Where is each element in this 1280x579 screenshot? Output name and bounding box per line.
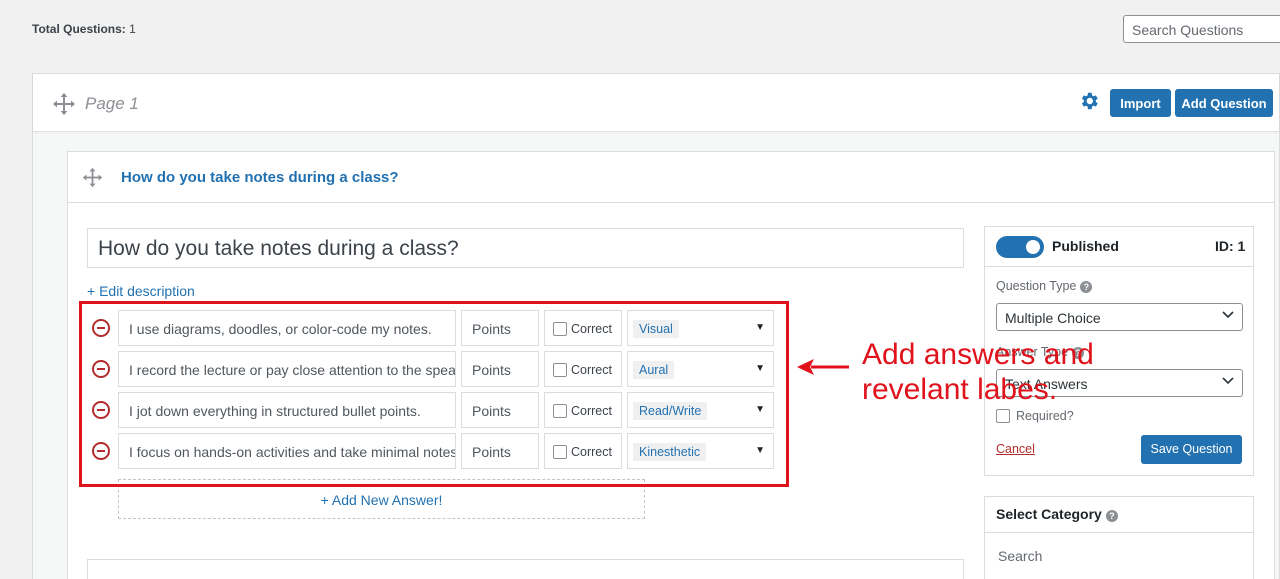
question-type-label: Question Type? <box>996 279 1093 293</box>
import-button[interactable]: Import <box>1110 89 1171 117</box>
edit-description-link[interactable]: + Edit description <box>87 283 195 299</box>
search-questions-input[interactable]: Search Questions <box>1123 15 1280 43</box>
question-title-input[interactable]: How do you take notes during a class? <box>87 228 964 268</box>
answer-info-panel <box>87 559 964 579</box>
chevron-down-icon <box>1222 311 1234 319</box>
save-question-button[interactable]: Save Question <box>1141 435 1242 464</box>
total-questions: Total Questions: 1 <box>32 22 136 36</box>
chevron-down-icon <box>1222 377 1234 385</box>
annotation-arrow-icon <box>797 359 849 375</box>
add-question-button[interactable]: Add Question <box>1175 89 1273 117</box>
total-questions-label: Total Questions: <box>32 22 126 36</box>
question-id: ID: 1 <box>1215 238 1246 254</box>
annotation-line-1: Add answers and <box>862 338 1094 371</box>
total-questions-count: 1 <box>129 22 136 36</box>
question-move-icon[interactable] <box>82 167 103 188</box>
category-search-input[interactable]: Search <box>998 548 1042 564</box>
question-type-label-text: Question Type <box>996 279 1077 293</box>
question-header-title[interactable]: How do you take notes during a class? <box>121 169 399 186</box>
category-title-text: Select Category <box>996 506 1102 522</box>
category-title: Select Category? <box>996 506 1118 522</box>
help-icon[interactable]: ? <box>1080 281 1093 293</box>
page-move-icon[interactable] <box>52 92 76 116</box>
checkbox-icon[interactable] <box>996 409 1010 423</box>
help-icon[interactable]: ? <box>1105 510 1118 522</box>
published-label: Published <box>1052 238 1119 254</box>
annotation-line-2: revelant labes. <box>862 373 1058 406</box>
gear-icon[interactable] <box>1078 90 1100 112</box>
required-label: Required? <box>1016 409 1074 423</box>
published-toggle[interactable] <box>996 236 1044 258</box>
annotation-highlight-box <box>79 301 789 487</box>
annotation-text: Add answers and revelant labes. <box>862 337 1094 407</box>
page-title[interactable]: Page 1 <box>85 94 139 114</box>
question-type-value: Multiple Choice <box>1005 310 1101 326</box>
cancel-link[interactable]: Cancel <box>996 442 1035 456</box>
required-checkbox[interactable]: Required? <box>996 409 1074 423</box>
question-type-select[interactable]: Multiple Choice <box>996 303 1243 331</box>
